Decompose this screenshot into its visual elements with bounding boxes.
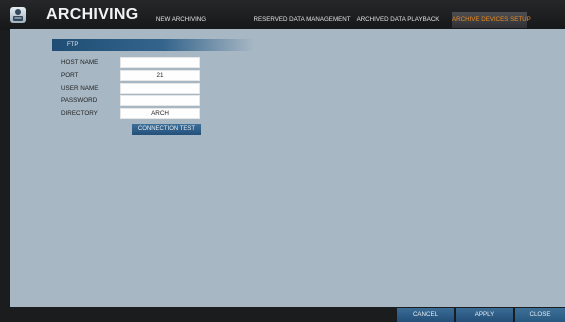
settings-panel: FTP HOST NAME PORT 21 USER NAME PASSWORD…	[10, 29, 565, 307]
port-field[interactable]: 21	[120, 70, 200, 81]
connection-test-button[interactable]: CONNECTION TEST	[132, 124, 201, 135]
cancel-button[interactable]: CANCEL	[397, 308, 454, 322]
apply-button[interactable]: APPLY	[456, 308, 513, 322]
password-label: PASSWORD	[61, 97, 98, 104]
tab-archive-devices-setup[interactable]: ARCHIVE DEVICES SETUP	[452, 12, 531, 28]
password-field[interactable]	[120, 95, 200, 106]
user-name-label: USER NAME	[61, 85, 99, 92]
page-title: ARCHIVING	[46, 6, 139, 23]
footer-bar: CANCEL APPLY CLOSE	[0, 307, 565, 322]
top-header: ARCHIVING NEW ARCHIVING RESERVED DATA MA…	[0, 0, 565, 30]
tab-archived-data-playback[interactable]: ARCHIVED DATA PLAYBACK	[356, 11, 440, 29]
port-label: PORT	[61, 72, 79, 79]
ftp-section-title: FTP	[67, 42, 79, 48]
tab-reserved-data-management[interactable]: RESERVED DATA MANAGEMENT	[253, 11, 351, 29]
host-name-label: HOST NAME	[61, 59, 99, 66]
user-name-field[interactable]	[120, 83, 200, 94]
directory-field[interactable]: ARCH	[120, 108, 200, 119]
host-name-field[interactable]	[120, 57, 200, 68]
ftp-section-header: FTP	[52, 39, 254, 51]
close-button[interactable]: CLOSE	[515, 308, 565, 322]
directory-label: DIRECTORY	[61, 110, 98, 117]
tab-new-archiving[interactable]: NEW ARCHIVING	[148, 11, 214, 29]
archive-device-icon	[10, 7, 26, 23]
